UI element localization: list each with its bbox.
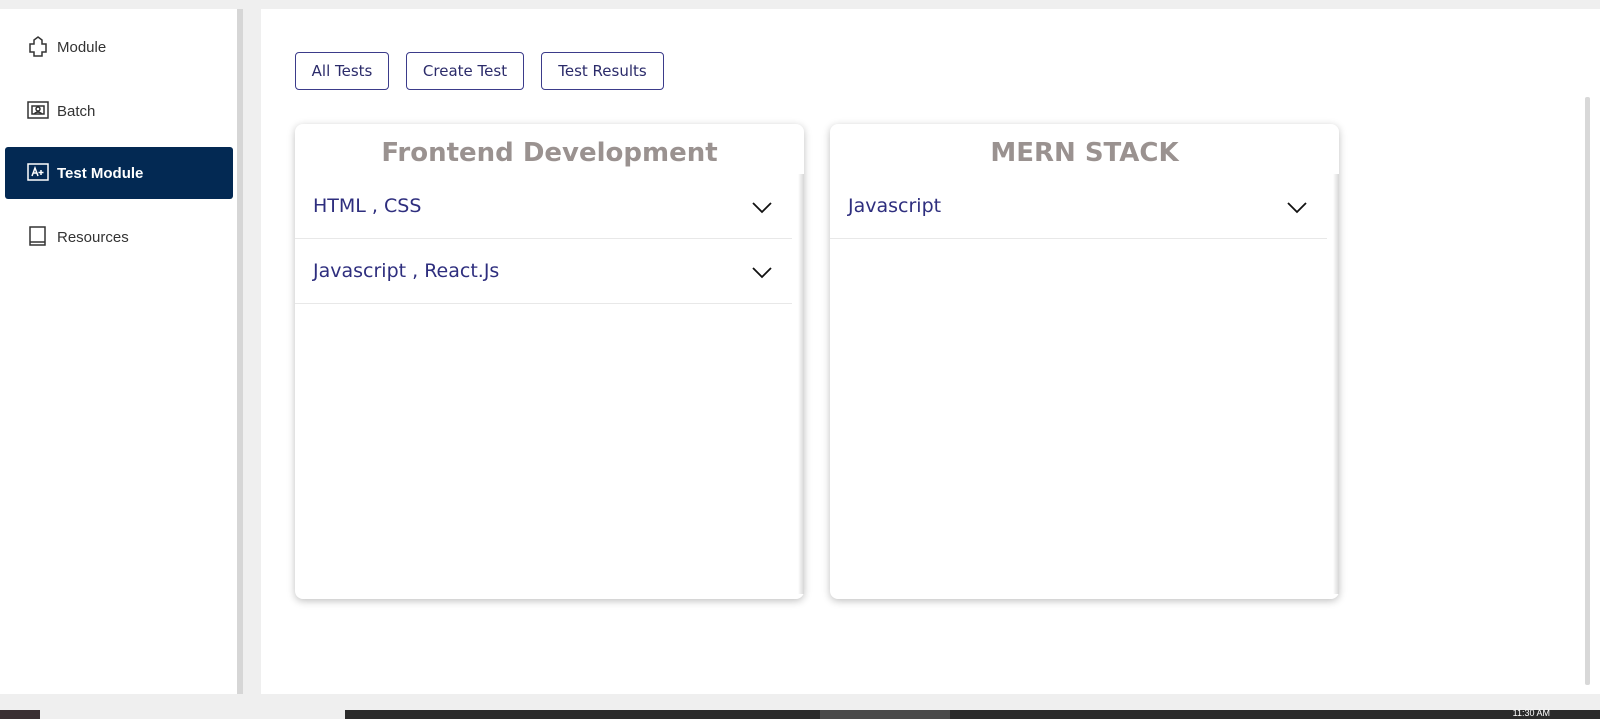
book-icon bbox=[25, 224, 51, 250]
batch-icon bbox=[25, 98, 51, 124]
sidebar-item-label: Batch bbox=[57, 102, 96, 120]
taskbar-search[interactable] bbox=[40, 710, 345, 719]
taskbar-app[interactable] bbox=[820, 710, 950, 719]
sidebar-item-batch[interactable]: Batch bbox=[5, 85, 233, 137]
sidebar-item-module[interactable]: Module bbox=[5, 21, 233, 73]
accordion-row-label: Javascript bbox=[848, 195, 942, 217]
test-module-icon bbox=[25, 160, 51, 186]
sidebar: Module Batch Test Module Resources bbox=[0, 9, 237, 694]
main-content: All Tests Create Test Test Results Front… bbox=[261, 9, 1600, 694]
sidebar-item-label: Module bbox=[57, 38, 107, 56]
sidebar-item-test-module[interactable]: Test Module bbox=[5, 147, 233, 199]
sidebar-item-label: Test Module bbox=[57, 164, 144, 182]
accordion-row-label: HTML , CSS bbox=[313, 195, 422, 217]
card-title: Frontend Development bbox=[381, 138, 718, 168]
accordion-row-label: Javascript , React.Js bbox=[313, 260, 500, 282]
sidebar-scrollbar[interactable] bbox=[237, 9, 243, 694]
test-results-button[interactable]: Test Results bbox=[541, 52, 664, 90]
accordion-row[interactable]: Javascript , React.Js bbox=[295, 239, 792, 304]
chevron-down-icon bbox=[1287, 202, 1307, 214]
main-scrollbar[interactable] bbox=[1585, 97, 1590, 685]
taskbar-clock: 11:30 AM bbox=[1512, 708, 1550, 718]
card-scroll-edge bbox=[798, 174, 804, 594]
accordion-row[interactable]: HTML , CSS bbox=[295, 174, 792, 239]
sidebar-item-label: Resources bbox=[57, 228, 129, 246]
taskbar: 11:30 AM bbox=[0, 708, 1600, 719]
card-scroll-edge bbox=[1333, 174, 1339, 594]
create-test-button[interactable]: Create Test bbox=[406, 52, 524, 90]
course-card-frontend: Frontend Development HTML , CSS Javascri… bbox=[295, 124, 804, 599]
chevron-down-icon bbox=[752, 202, 772, 214]
chevron-down-icon bbox=[752, 267, 772, 279]
accordion-row[interactable]: Javascript bbox=[830, 174, 1327, 239]
start-button[interactable] bbox=[0, 710, 40, 719]
card-title: MERN STACK bbox=[990, 138, 1179, 168]
all-tests-button[interactable]: All Tests bbox=[295, 52, 389, 90]
sidebar-item-resources[interactable]: Resources bbox=[5, 211, 233, 263]
course-card-mern: MERN STACK Javascript bbox=[830, 124, 1339, 599]
module-icon bbox=[25, 34, 51, 60]
